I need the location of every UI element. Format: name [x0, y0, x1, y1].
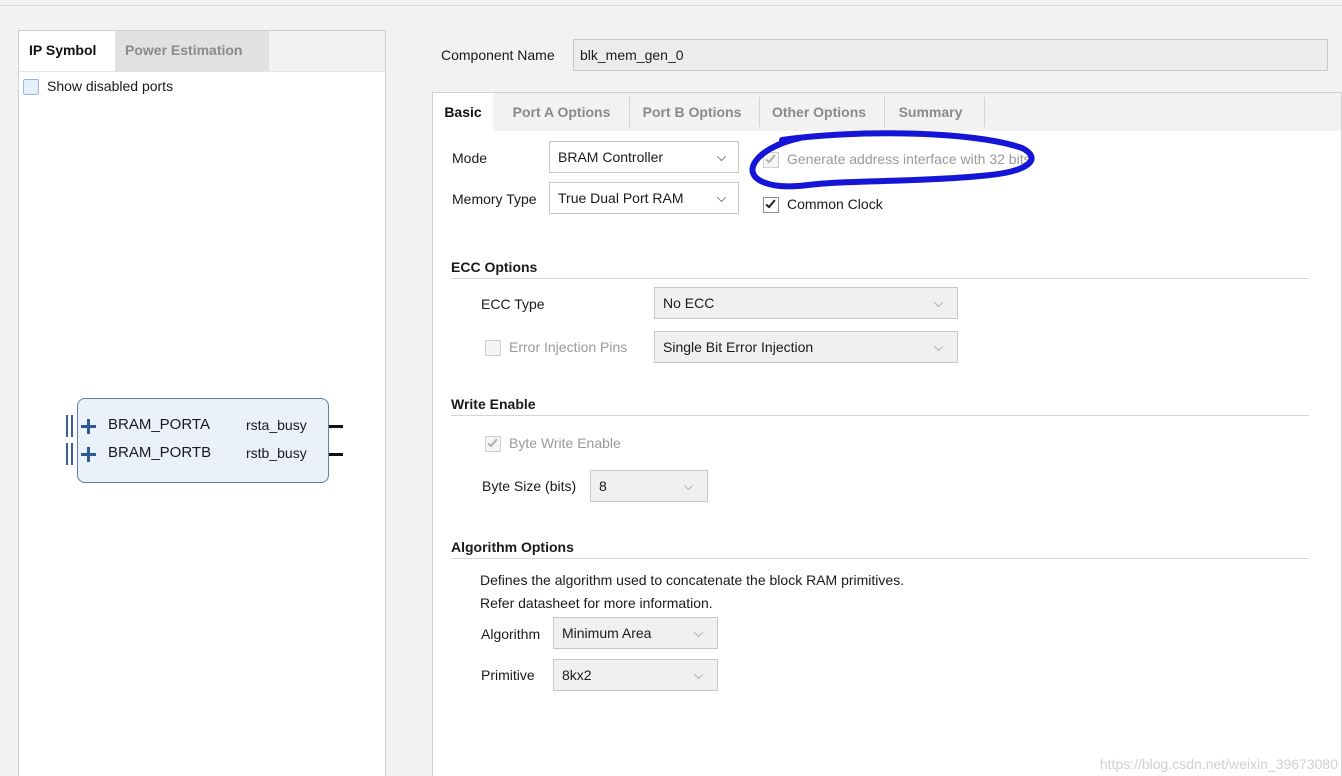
write-enable-title: Write Enable: [451, 396, 536, 412]
tab-separator: [759, 97, 760, 127]
mode-label: Mode: [452, 150, 488, 166]
chevron-down-icon: [934, 342, 943, 351]
tab-separator: [884, 97, 885, 127]
show-disabled-ports-label: Show disabled ports: [47, 78, 174, 94]
tab-ip-symbol[interactable]: IP Symbol: [19, 31, 115, 71]
mode-value: BRAM Controller: [558, 149, 664, 165]
memory-type-label: Memory Type: [452, 191, 537, 207]
error-injection-value: Single Bit Error Injection: [663, 339, 814, 355]
show-disabled-ports-checkbox[interactable]: [23, 79, 39, 95]
chevron-down-icon: [694, 628, 703, 637]
tab-basic[interactable]: Basic: [433, 93, 493, 131]
ecc-type-label: ECC Type: [481, 296, 545, 312]
chevron-down-icon: [694, 670, 703, 679]
ecc-options-title: ECC Options: [451, 259, 538, 275]
byte-size-select[interactable]: 8: [590, 470, 708, 502]
memory-type-select[interactable]: True Dual Port RAM: [549, 182, 739, 214]
tab-separator: [629, 97, 630, 127]
chevron-down-icon: [684, 481, 693, 490]
memory-type-value: True Dual Port RAM: [558, 190, 684, 206]
port-label-bram-porta: BRAM_PORTA: [108, 416, 210, 433]
section-divider: [451, 558, 1309, 559]
section-divider: [451, 278, 1309, 279]
component-name-label: Component Name: [441, 47, 555, 63]
pin-rstb-busy: [329, 453, 343, 456]
ip-symbol-block: BRAM_PORTA BRAM_PORTB rsta_busy rstb_bus…: [77, 398, 329, 483]
mode-select[interactable]: BRAM Controller: [549, 141, 739, 173]
ecc-type-value: No ECC: [663, 295, 715, 311]
algorithm-options-title: Algorithm Options: [451, 539, 574, 555]
tab-port-a-options[interactable]: Port A Options: [499, 93, 624, 131]
ecc-type-select[interactable]: No ECC: [654, 287, 958, 319]
byte-write-enable-checkbox[interactable]: [485, 436, 501, 452]
algorithm-value: Minimum Area: [562, 625, 652, 641]
expand-bram-portb-icon[interactable]: [81, 447, 96, 462]
common-clock-label: Common Clock: [787, 196, 883, 212]
common-clock-checkbox[interactable]: [763, 197, 779, 213]
primitive-select[interactable]: 8kx2: [553, 659, 718, 691]
ip-symbol-panel: IP Symbol Power Estimation Show disabled…: [18, 30, 386, 776]
left-tab-bar: IP Symbol Power Estimation: [19, 31, 385, 72]
bus-lines-icon: [66, 443, 73, 465]
tab-power-estimation[interactable]: Power Estimation: [115, 31, 269, 71]
port-label-rstb-busy: rstb_busy: [246, 445, 307, 461]
algorithm-label: Algorithm: [481, 626, 541, 642]
algorithm-description-line2: Refer datasheet for more information.: [480, 595, 713, 611]
byte-size-value: 8: [599, 478, 607, 494]
error-injection-checkbox[interactable]: [485, 340, 501, 356]
byte-write-enable-label: Byte Write Enable: [509, 435, 621, 451]
section-divider: [451, 415, 1309, 416]
tab-other-options[interactable]: Other Options: [763, 93, 875, 131]
chevron-down-icon: [717, 193, 726, 202]
primitive-value: 8kx2: [562, 667, 592, 683]
expand-bram-porta-icon[interactable]: [81, 419, 96, 434]
chevron-down-icon: [717, 152, 726, 161]
component-name-input[interactable]: blk_mem_gen_0: [573, 39, 1328, 71]
error-injection-label: Error Injection Pins: [509, 339, 628, 355]
pin-rsta-busy: [329, 425, 343, 428]
port-label-bram-portb: BRAM_PORTB: [108, 444, 212, 461]
tab-separator: [984, 97, 985, 127]
config-tab-bar: Basic Port A Options Port B Options Othe…: [433, 93, 1341, 131]
byte-size-label: Byte Size (bits): [482, 478, 577, 494]
chevron-down-icon: [934, 298, 943, 307]
bus-lines-icon: [66, 415, 73, 437]
algorithm-select[interactable]: Minimum Area: [553, 617, 718, 649]
algorithm-description-line1: Defines the algorithm used to concatenat…: [480, 572, 905, 588]
port-label-rsta-busy: rsta_busy: [246, 417, 307, 433]
tab-port-b-options[interactable]: Port B Options: [633, 93, 751, 131]
top-divider: [0, 5, 1342, 6]
tab-summary[interactable]: Summary: [888, 93, 973, 131]
annotation-circle-icon: [749, 130, 1035, 190]
watermark: https://blog.csdn.net/weixin_39673080: [1099, 756, 1338, 772]
error-injection-select[interactable]: Single Bit Error Injection: [654, 331, 958, 363]
primitive-label: Primitive: [481, 667, 535, 683]
